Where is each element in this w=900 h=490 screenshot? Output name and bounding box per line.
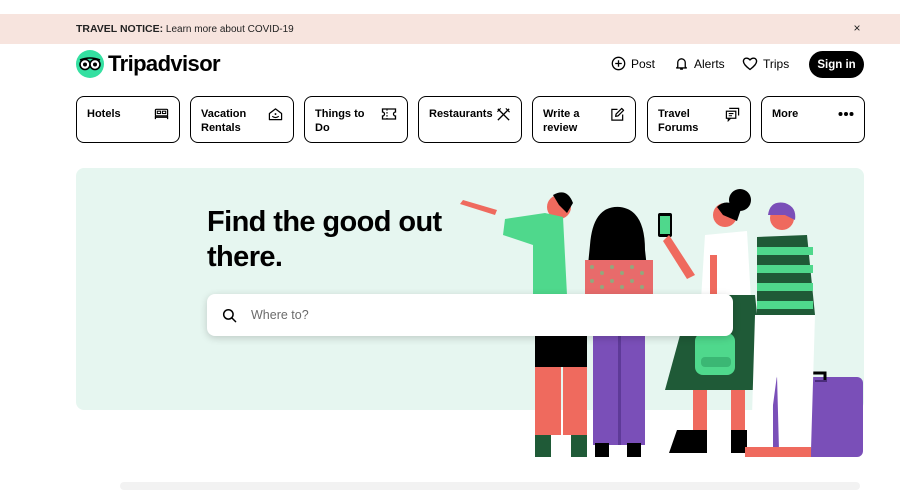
post-button[interactable]: Post [611,56,655,71]
ellipsis-icon [838,106,854,122]
nav-restaurants-label: Restaurants [429,108,493,120]
pencil-square-icon [610,106,625,122]
chat-bubbles-icon [725,106,740,122]
nav-things-to-do[interactable]: Things to Do [304,96,408,143]
nav-vacation-rentals[interactable]: Vacation Rentals [190,96,294,143]
nav-write-review-label: Write a review [543,108,580,134]
trips-label: Trips [763,56,790,71]
hero-title: Find the good out there. [207,206,442,273]
plus-circle-icon [611,56,626,71]
nav-write-review[interactable]: Write a review [532,96,636,143]
search-icon [221,307,237,323]
travel-notice-text: TRAVEL NOTICE: Learn more about COVID-19 [76,23,294,35]
bell-icon [675,58,688,70]
bed-icon [154,106,169,122]
travel-notice-title: TRAVEL NOTICE: [76,23,164,35]
nav-travel-forums[interactable]: Travel Forums [647,96,751,143]
owl-eyes-icon [76,50,104,78]
nav-hotels-label: Hotels [87,108,121,120]
house-icon [268,106,283,122]
sign-in-button[interactable]: Sign in [809,51,864,78]
heart-icon [742,57,758,71]
alerts-button[interactable]: Alerts [674,56,725,71]
covid-info-link[interactable]: Learn more about COVID-19 [166,24,294,35]
ticket-icon [381,106,397,122]
nav-hotels[interactable]: Hotels [76,96,180,143]
search-input[interactable] [251,308,691,322]
fork-knife-icon [496,106,511,122]
nav-travel-forums-label: Travel Forums [658,108,699,134]
content-edge-divider [120,482,860,490]
search-bar[interactable] [207,294,733,336]
close-icon[interactable]: × [850,21,864,35]
nav-more-label: More [772,108,799,120]
logo-wordmark: Tripadvisor [108,51,221,76]
nav-things-to-do-label: Things to Do [315,108,365,134]
alerts-label: Alerts [694,56,725,71]
post-label: Post [631,56,656,71]
trips-button[interactable]: Trips [742,56,789,71]
tripadvisor-logo[interactable]: Tripadvisor [76,50,221,78]
nav-more[interactable]: More [761,96,865,143]
nav-vacation-rentals-label: Vacation Rentals [201,108,247,134]
travel-notice-bar: TRAVEL NOTICE: Learn more about COVID-19… [0,14,900,44]
nav-restaurants[interactable]: Restaurants [418,96,522,143]
